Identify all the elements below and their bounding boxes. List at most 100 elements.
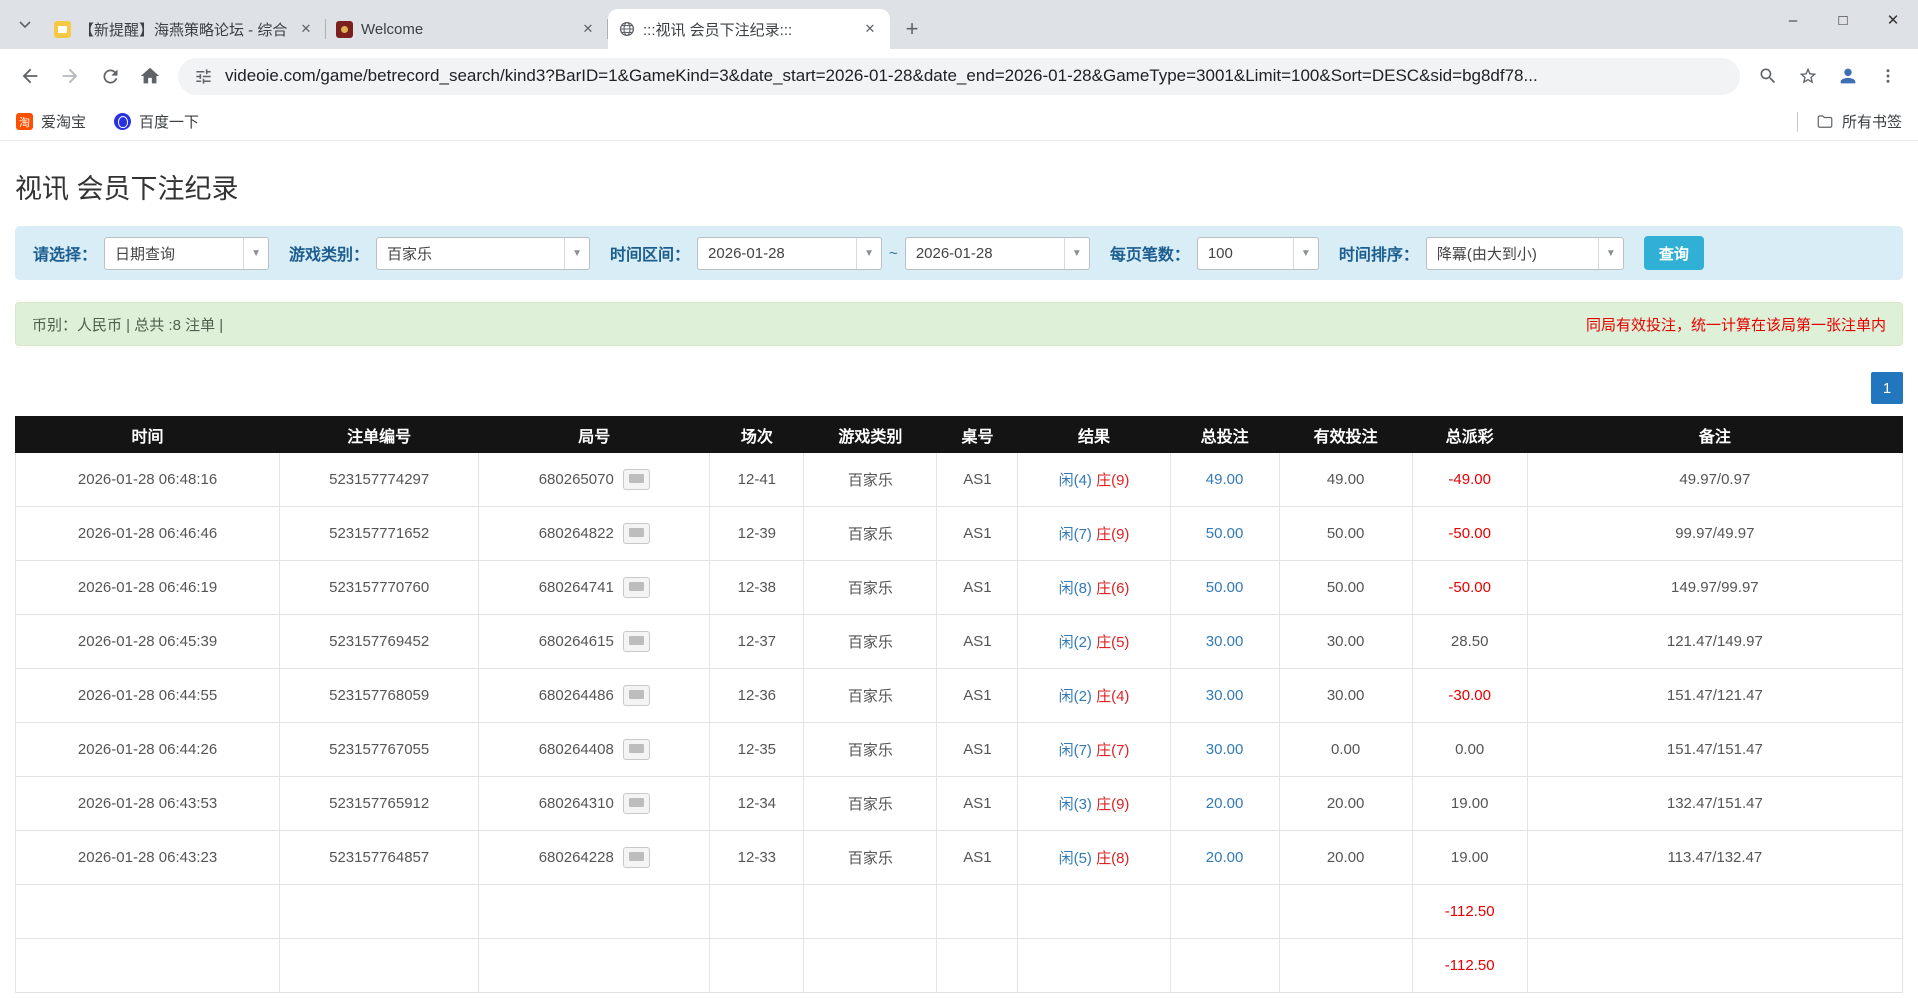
- sort-select[interactable]: 降冪(由大到小) ▼: [1425, 236, 1624, 270]
- home-button[interactable]: [132, 58, 168, 94]
- cell-session: 12-38: [709, 560, 805, 615]
- profile-avatar-button[interactable]: [1830, 58, 1866, 94]
- table-row: 2026-01-28 06:48:16 523157774297 6802650…: [14, 452, 1904, 507]
- chevron-down-icon: ▼: [564, 237, 589, 269]
- cell-total-bet[interactable]: 49.00: [1169, 452, 1280, 507]
- cell-total-bet[interactable]: 30.00: [1169, 722, 1280, 777]
- cell-time: 2026-01-28 06:48:16: [14, 452, 281, 507]
- date-start-select[interactable]: 2026-01-28 ▼: [697, 236, 883, 270]
- cell-table: AS1: [936, 506, 1019, 561]
- cell-bet-id: 523157771652: [279, 506, 480, 561]
- cell-result: 闲(2) 庄(5): [1017, 614, 1171, 669]
- round-number: 680264741: [538, 579, 614, 596]
- cell-game-type: 百家乐: [803, 776, 938, 831]
- browser-toolbar: videoie.com/game/betrecord_search/kind3?…: [0, 49, 1918, 103]
- all-bookmarks-label: 所有书签: [1841, 114, 1902, 131]
- cell-time: 2026-01-28 06:44:55: [14, 668, 281, 723]
- round-number: 680265070: [538, 471, 614, 488]
- video-replay-icon[interactable]: [622, 847, 650, 868]
- player-result: 闲(8): [1058, 580, 1092, 597]
- chevron-down-icon: ▼: [1597, 237, 1623, 269]
- video-replay-icon[interactable]: [622, 469, 650, 490]
- cell-total-bet[interactable]: 20.00: [1169, 830, 1280, 885]
- minimize-button[interactable]: –: [1768, 0, 1818, 42]
- cell-result: 闲(3) 庄(9): [1017, 776, 1171, 831]
- date-range-label: 时间区间：: [610, 247, 691, 264]
- video-replay-icon[interactable]: [622, 631, 650, 652]
- tab-close-icon[interactable]: ✕: [296, 19, 316, 39]
- cell-bet-id: 523157774297: [279, 452, 480, 507]
- bookmark-star-button[interactable]: [1790, 58, 1826, 94]
- refresh-button[interactable]: [92, 58, 128, 94]
- date-type-select[interactable]: 日期查询 ▼: [104, 236, 270, 270]
- cell-time: 2026-01-28 06:43:53: [14, 776, 281, 831]
- cell-table: AS1: [936, 560, 1019, 615]
- table-row: 2026-01-28 06:44:55 523157768059 6802644…: [14, 668, 1904, 723]
- bookmark-label: 爱淘宝: [41, 114, 87, 131]
- cell-game-type: 百家乐: [803, 452, 938, 507]
- site-info-icon[interactable]: [194, 67, 213, 86]
- cell-payout: 19.00: [1411, 776, 1528, 831]
- header-result: 结果: [1017, 416, 1171, 453]
- page-size-select[interactable]: 100 ▼: [1196, 236, 1319, 270]
- cell-total-bet[interactable]: 30.00: [1169, 614, 1280, 669]
- tab-bet-records[interactable]: :::视讯 会员下注纪录::: ✕: [608, 9, 890, 49]
- video-replay-icon[interactable]: [622, 739, 650, 760]
- banker-result: 庄(7): [1096, 742, 1130, 759]
- round-number: 680264486: [538, 687, 614, 704]
- date-end-select[interactable]: 2026-01-28 ▼: [904, 236, 1090, 270]
- tab-forum[interactable]: 【新提醒】海燕策略论坛 - 综合... ✕: [44, 9, 326, 49]
- cell-table: AS1: [936, 830, 1019, 885]
- cell-session: 12-37: [709, 614, 805, 669]
- cell-valid-bet: 49.00: [1278, 452, 1413, 507]
- select-label: 请选择：: [33, 247, 98, 264]
- round-number: 680264615: [538, 633, 614, 650]
- header-valid-bet: 有效投注: [1278, 416, 1413, 453]
- cell-session: 12-39: [709, 506, 805, 561]
- page-1-button[interactable]: 1: [1871, 372, 1903, 404]
- cell-result: 闲(2) 庄(4): [1017, 668, 1171, 723]
- cell-total-bet[interactable]: 50.00: [1169, 560, 1280, 615]
- forward-button[interactable]: [52, 58, 88, 94]
- table-row: 2026-01-28 06:46:19 523157770760 6802647…: [14, 560, 1904, 615]
- round-number: 680264310: [538, 795, 614, 812]
- all-bookmarks-button[interactable]: 所有书签: [1816, 111, 1902, 132]
- total-total-bet: 279.00: [1169, 938, 1280, 993]
- tab-search-button[interactable]: [10, 10, 40, 40]
- tab-strip: 【新提醒】海燕策略论坛 - 综合... ✕ Welcome ✕ :::视讯 会员…: [0, 0, 1918, 49]
- tab-welcome[interactable]: Welcome ✕: [326, 9, 608, 49]
- tab-close-icon[interactable]: ✕: [578, 19, 598, 39]
- header-session: 场次: [709, 416, 805, 453]
- cell-bet-id: 523157770760: [279, 560, 480, 615]
- banker-result: 庄(6): [1096, 580, 1130, 597]
- header-game-type: 游戏类别: [803, 416, 938, 453]
- header-table: 桌号: [936, 416, 1019, 453]
- total-payout: -112.50: [1411, 938, 1528, 993]
- bookmark-baidu[interactable]: 百度一下: [114, 111, 199, 132]
- close-button[interactable]: ✕: [1868, 0, 1918, 42]
- cell-payout: 0.00: [1411, 722, 1528, 777]
- video-replay-icon[interactable]: [622, 577, 650, 598]
- cell-note: 121.47/149.97: [1526, 614, 1904, 669]
- folder-icon: [1816, 113, 1834, 131]
- cell-payout: -50.00: [1411, 506, 1528, 561]
- cell-bet-id: 523157768059: [279, 668, 480, 723]
- maximize-button[interactable]: □: [1818, 0, 1868, 42]
- search-button[interactable]: 查询: [1643, 236, 1704, 270]
- cell-total-bet[interactable]: 50.00: [1169, 506, 1280, 561]
- video-replay-icon[interactable]: [622, 523, 650, 544]
- back-button[interactable]: [12, 58, 48, 94]
- new-tab-button[interactable]: +: [896, 13, 928, 45]
- cell-total-bet[interactable]: 30.00: [1169, 668, 1280, 723]
- video-replay-icon[interactable]: [622, 685, 650, 706]
- pagination-top: 1: [15, 372, 1903, 404]
- banker-result: 庄(4): [1096, 688, 1130, 705]
- game-type-select[interactable]: 百家乐 ▼: [376, 236, 591, 270]
- cell-total-bet[interactable]: 20.00: [1169, 776, 1280, 831]
- bookmark-taobao[interactable]: 淘 爱淘宝: [16, 111, 86, 132]
- tab-close-icon[interactable]: ✕: [860, 19, 880, 39]
- menu-button[interactable]: [1870, 58, 1906, 94]
- url-bar[interactable]: videoie.com/game/betrecord_search/kind3?…: [178, 57, 1740, 95]
- search-lens-button[interactable]: [1750, 58, 1786, 94]
- video-replay-icon[interactable]: [622, 793, 650, 814]
